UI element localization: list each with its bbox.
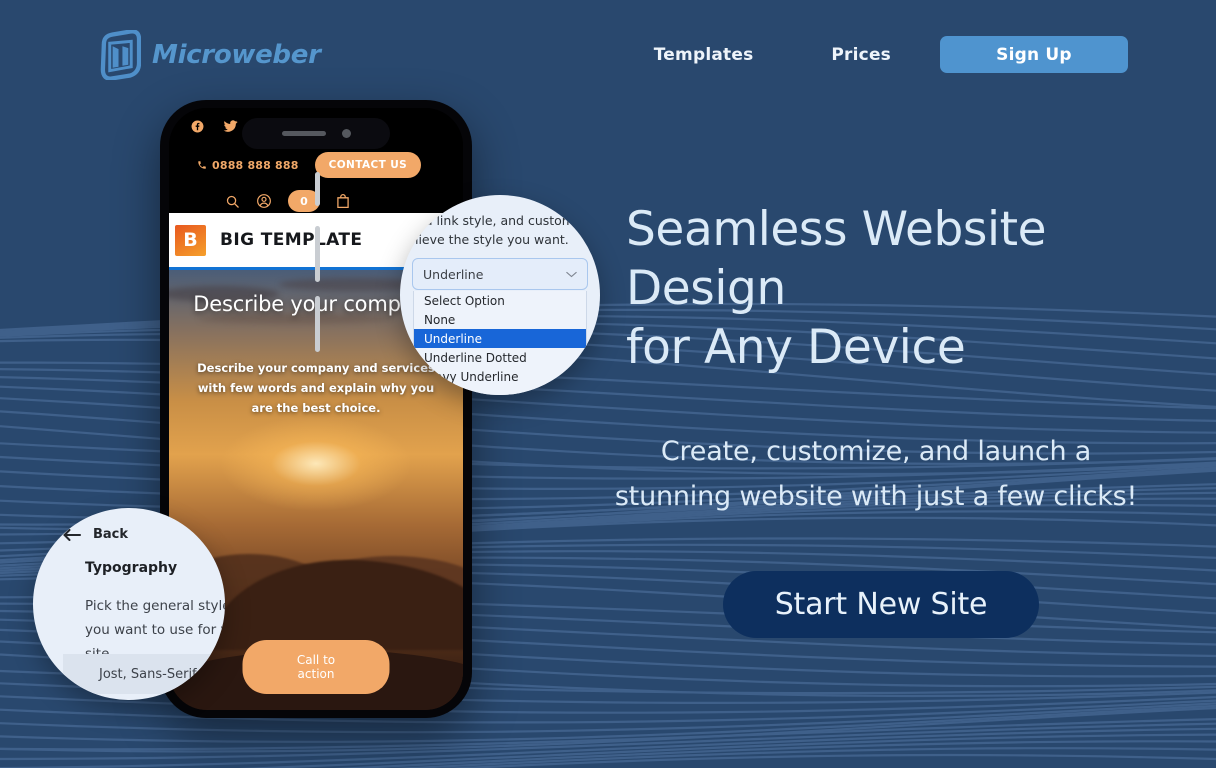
brand[interactable]: Microweber <box>98 30 321 80</box>
nav-link-prices[interactable]: Prices <box>831 45 891 65</box>
link-style-option[interactable]: Select Option <box>414 291 586 310</box>
notch-speaker <box>281 131 326 136</box>
phone-notch <box>242 118 390 149</box>
link-style-note: Pick a link style, and customize it to a… <box>400 211 600 249</box>
phone-handset-icon <box>198 161 206 169</box>
site-logo-badge: B <box>175 224 206 256</box>
facebook-icon[interactable] <box>191 120 204 133</box>
start-new-site-button[interactable]: Start New Site <box>722 571 1040 638</box>
phone-button-mute[interactable] <box>315 172 320 206</box>
bag-icon[interactable] <box>336 193 350 209</box>
notch-camera <box>341 129 351 138</box>
link-style-option[interactable]: Wavy Underline <box>414 367 586 386</box>
page-stage: Microweber Templates Prices Sign Up Seam… <box>0 0 1216 768</box>
main-nav: Templates Prices Sign Up <box>654 36 1128 73</box>
call-to-action-button[interactable]: Call to action <box>242 640 390 694</box>
link-style-selected-value: Underline <box>423 266 484 282</box>
site-hero-description: Describe your company and services with … <box>191 358 441 418</box>
font-family-field[interactable]: Jost, Sans-Serif <box>63 654 225 694</box>
link-style-option-list[interactable]: Select Option None Underline Underline Dott… <box>413 291 587 395</box>
hero-section: Seamless Website Design for Any Device C… <box>596 200 1156 638</box>
phone-number[interactable]: 0888 888 888 <box>197 159 299 172</box>
magnifier-link-style: Pick a link style, and customize it to a… <box>400 195 600 395</box>
arrow-left-icon <box>63 528 81 541</box>
site-header: Microweber Templates Prices Sign Up <box>0 0 1216 110</box>
hero-subtitle: Create, customize, and launch a stunning… <box>596 429 1156 519</box>
link-style-option[interactable]: Overline <box>414 386 586 396</box>
nav-link-templates[interactable]: Templates <box>654 45 754 65</box>
link-style-note-line1: Pick a link style, and customize <box>400 213 592 228</box>
back-button[interactable]: Back <box>63 527 128 542</box>
twitter-icon[interactable] <box>223 120 238 133</box>
utility-icon-row: 0 <box>225 190 350 212</box>
hero-title-line2: for Any Device <box>626 320 966 375</box>
phone-button-volume-up[interactable] <box>315 226 320 282</box>
site-logo-name: BIG TEMPLATE <box>220 230 363 250</box>
social-links <box>191 120 238 133</box>
microweber-logo-icon <box>100 30 141 80</box>
phone-button-volume-down[interactable] <box>315 296 320 352</box>
hero-title-line1: Seamless Website Design <box>626 202 1047 316</box>
chevron-down-icon <box>566 271 577 277</box>
link-style-select[interactable]: Underline <box>412 258 588 290</box>
hero-subtitle-line2: stunning website with just a few clicks! <box>614 481 1138 512</box>
link-style-option[interactable]: Underline Dotted <box>414 348 586 367</box>
back-label: Back <box>93 527 129 542</box>
search-icon[interactable] <box>225 194 240 209</box>
link-style-option[interactable]: None <box>414 310 586 329</box>
hero-cta-wrap: Start New Site <box>596 571 1156 638</box>
contact-us-button[interactable]: CONTACT US <box>314 152 422 178</box>
sign-up-button[interactable]: Sign Up <box>940 36 1128 73</box>
link-style-option[interactable]: Underline <box>414 329 586 348</box>
phone-number-text: 0888 888 888 <box>212 158 299 172</box>
magnifier-typography: Back Typography Pick the general styles … <box>33 508 225 700</box>
hero-subtitle-line1: Create, customize, and launch a <box>660 436 1092 467</box>
hero-title: Seamless Website Design for Any Device <box>596 200 1156 377</box>
account-icon[interactable] <box>256 193 272 209</box>
brand-name: Microweber <box>152 40 321 70</box>
contact-row: 0888 888 888 CONTACT US <box>197 152 422 178</box>
typography-title: Typography <box>85 560 178 576</box>
